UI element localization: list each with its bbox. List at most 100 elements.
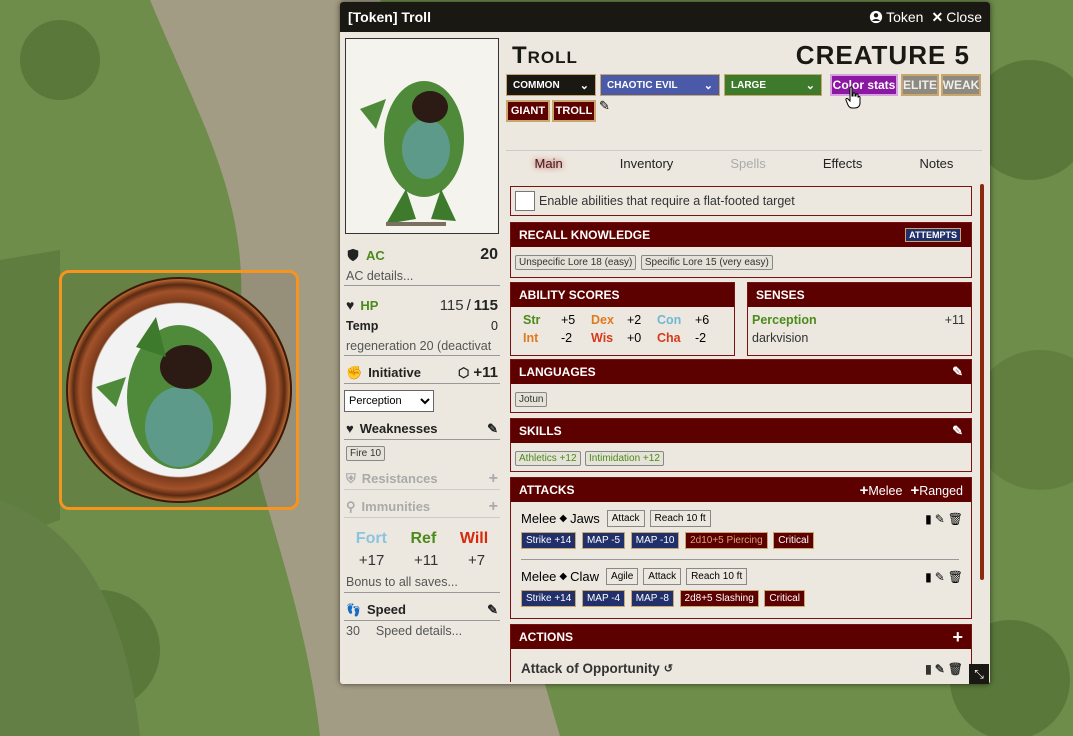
map1-button[interactable]: MAP -4 bbox=[581, 590, 626, 607]
ability-int[interactable]: Int bbox=[523, 331, 561, 345]
d20-icon[interactable]: ⬡ bbox=[458, 365, 469, 381]
chat-icon[interactable]: ▮ bbox=[925, 662, 932, 676]
attempts-button[interactable]: ATTEMPTS bbox=[905, 228, 961, 242]
attack-divider bbox=[521, 559, 959, 560]
temp-value[interactable]: 0 bbox=[491, 319, 498, 333]
speed-details[interactable]: Speed details... bbox=[376, 624, 462, 638]
hp-label: HP bbox=[360, 297, 379, 313]
tab-notes[interactable]: Notes bbox=[919, 156, 953, 171]
will-label[interactable]: Will bbox=[460, 530, 488, 548]
ac-value[interactable]: 20 bbox=[480, 246, 498, 264]
elite-button[interactable]: ELITE bbox=[901, 74, 939, 96]
perception-value: +11 bbox=[944, 313, 965, 327]
hp-max[interactable]: 115 bbox=[474, 297, 498, 314]
trash-icon[interactable]: 🗑 bbox=[948, 662, 963, 676]
skill-tag[interactable]: Athletics +12 bbox=[515, 451, 581, 466]
saves-bonus[interactable]: Bonus to all saves... bbox=[344, 571, 500, 593]
ref-label[interactable]: Ref bbox=[411, 530, 437, 548]
initiative-skill-select[interactable]: Perception bbox=[344, 390, 434, 412]
tab-inventory[interactable]: Inventory bbox=[620, 156, 673, 171]
flat-footed-checkbox[interactable] bbox=[515, 191, 535, 211]
close-button[interactable]: ✕ Close bbox=[931, 9, 982, 26]
action-item: Attack of Opportunity ↺ ▮ ✎ 🗑 bbox=[511, 649, 971, 676]
trash-icon[interactable]: 🗑 bbox=[948, 512, 963, 526]
ability-mod: +5 bbox=[561, 313, 576, 327]
ability-dex[interactable]: Dex bbox=[591, 313, 627, 327]
damage-button[interactable]: 2d8+5 Slashing bbox=[679, 590, 759, 607]
tab-spells[interactable]: Spells bbox=[730, 156, 765, 171]
troll-token[interactable] bbox=[59, 270, 299, 510]
ability-mod: -2 bbox=[695, 331, 707, 345]
window-titlebar[interactable]: [Token] Troll Token ✕ Close bbox=[340, 2, 990, 32]
actor-sheet-window[interactable]: [Token] Troll Token ✕ Close AC 20 AC det… bbox=[340, 2, 990, 684]
map2-button[interactable]: MAP -10 bbox=[630, 532, 680, 549]
skill-tag[interactable]: Intimidation +12 bbox=[585, 451, 664, 466]
action-name[interactable]: Attack of Opportunity bbox=[521, 661, 660, 676]
hp-value[interactable]: 115 bbox=[440, 297, 464, 314]
edit-icon[interactable]: ✎ bbox=[935, 662, 945, 676]
ac-details[interactable]: AC details... bbox=[344, 266, 500, 286]
user-circle-icon bbox=[869, 10, 883, 24]
fort-label[interactable]: Fort bbox=[356, 530, 387, 548]
token-button-label: Token bbox=[886, 9, 924, 25]
temp-label: Temp bbox=[346, 319, 379, 333]
damage-button[interactable]: 2d10+5 Piercing bbox=[685, 532, 768, 549]
add-action-button[interactable]: + bbox=[952, 627, 963, 648]
ability-mod: +2 bbox=[627, 313, 642, 327]
regeneration-text[interactable]: regeneration 20 (deactivat bbox=[344, 336, 500, 356]
token-button[interactable]: Token bbox=[869, 9, 923, 25]
critical-button[interactable]: Critical bbox=[764, 590, 805, 607]
sheet-tabs: Main Inventory Spells Effects Notes bbox=[506, 150, 982, 176]
languages-header: LANGUAGES ✎ bbox=[511, 360, 971, 384]
edit-icon[interactable]: ✎ bbox=[952, 364, 963, 380]
add-icon[interactable]: + bbox=[489, 470, 498, 488]
heart-icon: ♥ bbox=[346, 297, 355, 313]
add-icon[interactable]: + bbox=[489, 498, 498, 516]
attack-name[interactable]: Jaws bbox=[570, 511, 600, 526]
ability-wis[interactable]: Wis bbox=[591, 331, 627, 345]
add-melee-button[interactable]: +Melee bbox=[860, 482, 903, 499]
creature-portrait[interactable] bbox=[345, 38, 499, 234]
trait-tag-giant[interactable]: GIANT bbox=[506, 100, 550, 122]
map2-button[interactable]: MAP -8 bbox=[630, 590, 674, 607]
edit-icon[interactable]: ✎ bbox=[952, 423, 963, 439]
strike-button[interactable]: Strike +14 bbox=[521, 532, 577, 549]
tab-main[interactable]: Main bbox=[535, 156, 563, 171]
token-portrait bbox=[66, 277, 292, 503]
creature-name[interactable]: Troll bbox=[512, 42, 578, 70]
critical-button[interactable]: Critical bbox=[773, 532, 814, 549]
attack-trait: Agile bbox=[606, 568, 639, 585]
edit-traits-icon[interactable]: ✎ bbox=[599, 98, 610, 114]
actions-header: ACTIONS + bbox=[511, 625, 971, 649]
trash-icon[interactable]: 🗑 bbox=[948, 570, 963, 584]
ability-str[interactable]: Str bbox=[523, 313, 561, 327]
initiative-value[interactable]: +11 bbox=[473, 364, 498, 381]
strike-button[interactable]: Strike +14 bbox=[521, 590, 577, 607]
attack-name[interactable]: Claw bbox=[570, 569, 599, 584]
chevron-down-icon: ⌄ bbox=[805, 79, 815, 92]
add-ranged-button[interactable]: +Ranged bbox=[910, 482, 963, 499]
perception-label[interactable]: Perception bbox=[752, 313, 945, 327]
ability-con[interactable]: Con bbox=[657, 313, 695, 327]
scrollbar[interactable] bbox=[980, 184, 984, 580]
weakness-tag[interactable]: Fire 10 bbox=[346, 446, 386, 461]
chat-icon[interactable]: ▮ bbox=[925, 570, 932, 584]
edit-icon[interactable]: ✎ bbox=[487, 421, 498, 437]
resize-handle-icon[interactable]: ⤡ bbox=[969, 664, 989, 684]
size-select[interactable]: LARGE ⌄ bbox=[724, 74, 822, 96]
edit-icon[interactable]: ✎ bbox=[935, 512, 945, 526]
edit-icon[interactable]: ✎ bbox=[935, 570, 945, 584]
trait-tag-troll[interactable]: TROLL bbox=[552, 100, 596, 122]
broken-heart-icon: ♥ bbox=[346, 421, 354, 436]
ability-cha[interactable]: Cha bbox=[657, 331, 695, 345]
recall-knowledge-title: RECALL KNOWLEDGE bbox=[519, 228, 651, 242]
rarity-select[interactable]: COMMON ⌄ bbox=[506, 74, 596, 96]
alignment-select[interactable]: CHAOTIC EVIL ⌄ bbox=[600, 74, 720, 96]
creature-level[interactable]: CREATURE 5 bbox=[796, 40, 970, 71]
chat-icon[interactable]: ▮ bbox=[925, 512, 932, 526]
tab-effects[interactable]: Effects bbox=[823, 156, 863, 171]
edit-icon[interactable]: ✎ bbox=[487, 602, 498, 618]
color-stats-button[interactable]: Color stats bbox=[830, 74, 898, 96]
map1-button[interactable]: MAP -5 bbox=[581, 532, 626, 549]
weak-button[interactable]: WEAK bbox=[941, 74, 981, 96]
